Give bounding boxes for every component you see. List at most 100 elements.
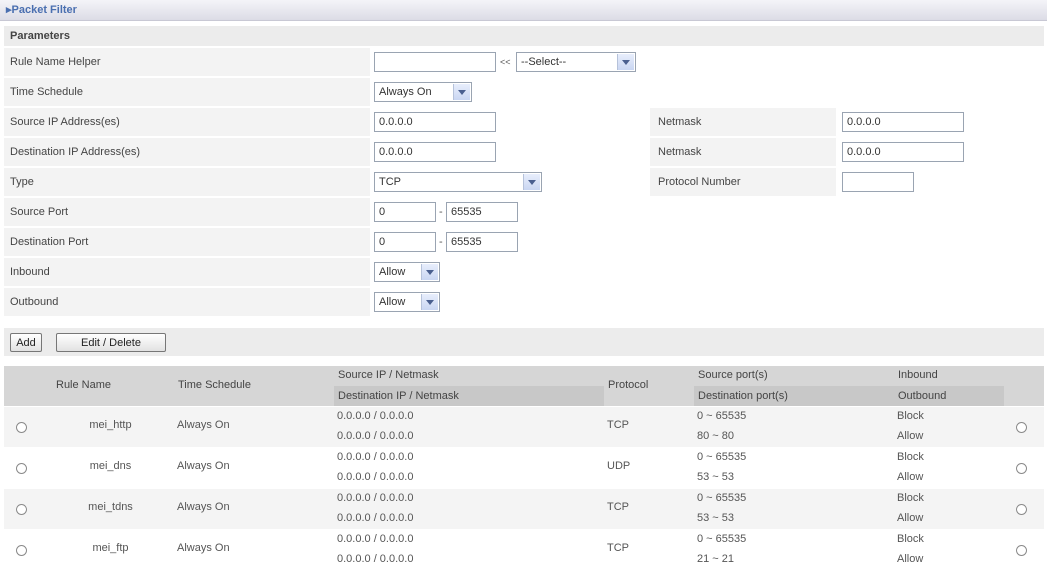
outbound-row: Outbound Allow [4,288,1044,318]
outbound-cell [370,288,1044,316]
cell-rule-name: mei_tdns [88,501,133,513]
source-port-from-input[interactable] [374,202,436,222]
type-row: Type TCP Protocol Number [4,168,1044,198]
cell-source-ip: 0.0.0.0 / 0.0.0.0 [337,492,414,504]
cell-inbound: Block [897,533,924,545]
destination-port-to-input[interactable] [446,232,518,252]
inbound-label: Inbound [10,266,50,278]
cell-outbound: Allow [897,553,924,565]
time-schedule-row: Time Schedule Always On [4,78,1044,108]
helper-arrows: << [500,57,511,67]
action-bar: Add Edit / Delete [4,328,1044,356]
header-source-ip: Source IP / Netmask [334,366,604,386]
rule-helper-select-value: --Select-- [521,56,567,68]
source-ip-input[interactable] [374,112,496,132]
cell-rule-name: mei_http [89,419,132,431]
cell-time-schedule: Always On [177,542,230,554]
header-protocol: Protocol [604,366,694,406]
header-outbound: Outbound [894,386,1004,406]
inbound-select-value: Allow [379,266,406,278]
cell-rule-name: mei_ftp [92,542,129,554]
type-label: Type [10,176,34,188]
header-select-col-right [1004,366,1044,406]
row-select-radio[interactable] [16,422,27,433]
header-time-schedule: Time Schedule [174,366,334,406]
chevron-down-icon [421,294,438,310]
cell-destination-ports: 53 ~ 53 [697,471,735,483]
header-inbound: Inbound [894,366,1004,386]
cell-source-ip: 0.0.0.0 / 0.0.0.0 [337,410,414,422]
source-ip-row: Source IP Address(es) Netmask [4,108,1044,138]
outbound-select-value: Allow [379,296,406,308]
row-select-radio[interactable] [16,463,27,474]
header-select-col [4,366,44,406]
protocol-number-input[interactable] [842,172,914,192]
chevron-down-icon [617,54,634,70]
cell-time-schedule: Always On [177,460,230,472]
inbound-select[interactable]: Allow [374,262,440,282]
source-ip-label: Source IP Address(es) [10,116,120,128]
destination-ip-label: Destination IP Address(es) [10,146,141,158]
cell-outbound: Allow [897,471,924,483]
cell-destination-ip: 0.0.0.0 / 0.0.0.0 [337,430,414,442]
outbound-label: Outbound [10,296,59,308]
parameters-section-header: Parameters [4,26,1044,46]
chevron-down-icon [523,174,540,190]
title-bar: ▸Packet Filter [0,0,1047,21]
source-port-label: Source Port [10,206,69,218]
cell-source-ports: 0 ~ 65535 [697,410,747,422]
destination-port-label: Destination Port [10,236,89,248]
cell-source-ip: 0.0.0.0 / 0.0.0.0 [337,451,414,463]
source-netmask-input[interactable] [842,112,964,132]
chevron-down-icon [421,264,438,280]
row-select-radio-right[interactable] [1016,463,1027,474]
inbound-cell [370,258,1044,286]
destination-netmask-label: Netmask [658,146,702,158]
rule-name-input[interactable] [374,52,496,72]
edit-delete-button[interactable]: Edit / Delete [56,333,166,352]
type-select[interactable]: TCP [374,172,542,192]
destination-port-separator: - [439,236,443,248]
row-select-radio-right[interactable] [1016,545,1027,556]
cell-inbound: Block [897,451,924,463]
destination-port-from-input[interactable] [374,232,436,252]
cell-source-ip: 0.0.0.0 / 0.0.0.0 [337,533,414,545]
destination-ip-row: Destination IP Address(es) Netmask [4,138,1044,168]
cell-destination-ip: 0.0.0.0 / 0.0.0.0 [337,553,414,565]
cell-protocol: TCP [607,419,629,431]
row-select-radio[interactable] [16,545,27,556]
page-title: ▸Packet Filter [6,4,77,16]
destination-netmask-input[interactable] [842,142,964,162]
header-destination-ports: Destination port(s) [694,386,894,406]
rule-name-row: Rule Name Helper << --Select-- [4,48,1044,78]
source-port-to-input[interactable] [446,202,518,222]
chevron-down-icon [453,84,470,100]
time-schedule-label: Time Schedule [10,86,83,98]
source-port-row: Source Port - [4,198,1044,228]
destination-port-row: Destination Port - [4,228,1044,258]
cell-outbound: Allow [897,430,924,442]
row-select-radio-right[interactable] [1016,504,1027,515]
cell-protocol: TCP [607,542,629,554]
cell-destination-ip: 0.0.0.0 / 0.0.0.0 [337,512,414,524]
rule-name-label: Rule Name Helper [10,56,101,68]
inbound-row: Inbound Allow [4,258,1044,288]
cell-destination-ports: 80 ~ 80 [697,430,735,442]
cell-inbound: Block [897,492,924,504]
outbound-select[interactable]: Allow [374,292,440,312]
time-schedule-select[interactable]: Always On [374,82,472,102]
header-source-ports: Source port(s) [694,366,894,386]
section-title: Parameters [10,30,70,42]
cell-destination-ports: 53 ~ 53 [697,512,735,524]
source-netmask-label: Netmask [658,116,702,128]
cell-time-schedule: Always On [177,501,230,513]
add-button[interactable]: Add [10,333,42,352]
cell-inbound: Block [897,410,924,422]
row-select-radio[interactable] [16,504,27,515]
cell-source-ports: 0 ~ 65535 [697,533,747,545]
cell-time-schedule: Always On [177,419,230,431]
rule-helper-select[interactable]: --Select-- [516,52,636,72]
cell-destination-ports: 21 ~ 21 [697,553,735,565]
row-select-radio-right[interactable] [1016,422,1027,433]
destination-ip-input[interactable] [374,142,496,162]
